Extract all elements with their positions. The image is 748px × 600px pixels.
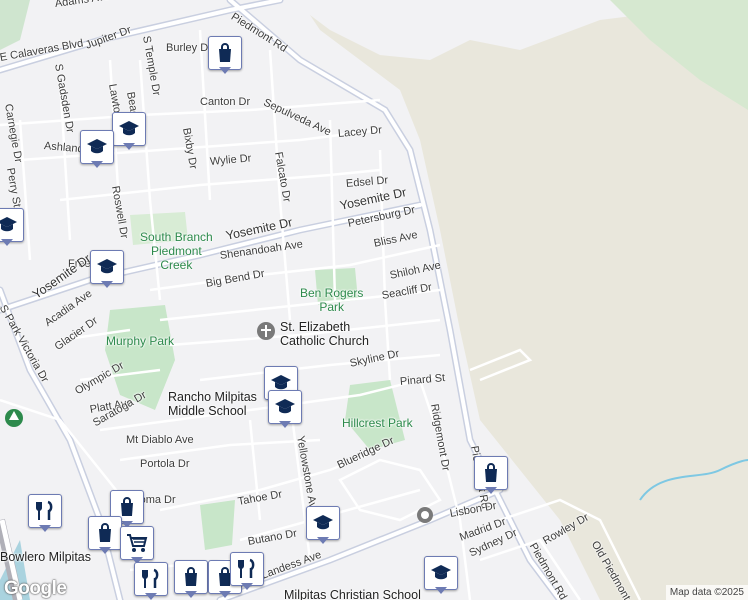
map-marker-grocery-cart[interactable] [120, 526, 154, 566]
map-marker-school-christian[interactable] [424, 556, 458, 596]
place-label-hillcrest-park[interactable]: Hillcrest Park [342, 416, 413, 430]
map-marker-school-landess[interactable] [306, 506, 340, 546]
street-label-portola-dr: Portola Dr [140, 458, 190, 470]
map-marker-shopping-bag-top[interactable] [208, 36, 242, 76]
map-marker-shopping-bag-cluster-2[interactable] [88, 516, 122, 556]
place-label-rancho-milpitas-ms[interactable]: Rancho Milpitas Middle School [168, 390, 257, 418]
map-marker-restaurant-3[interactable] [230, 552, 264, 592]
map-marker-school-left[interactable] [90, 250, 124, 290]
map-marker-school-north-2[interactable] [80, 130, 114, 170]
map-canvas[interactable]: Adams Ave Piedmont Rd E Calaveras Blvd Jupi… [0, 0, 748, 600]
place-label-milpitas-christian-school[interactable]: Milpitas Christian School [284, 588, 421, 600]
street-label-burley-dr: Burley Dr [166, 42, 212, 54]
map-marker-restaurant-1[interactable] [28, 494, 62, 534]
place-label-bowlero-milpitas[interactable]: Bowlero Milpitas [0, 550, 91, 564]
map-marker-shopping-bag-piedmont[interactable] [474, 456, 508, 496]
map-marker-school-rancho-2[interactable] [268, 390, 302, 430]
map-marker-restaurant-2[interactable] [134, 562, 168, 600]
place-label-south-branch-piedmont-creek[interactable]: South Branch Piedmont Creek [140, 230, 213, 272]
place-label-murphy-park[interactable]: Murphy Park [106, 334, 174, 348]
street-label-canton-dr: Canton Dr [200, 96, 251, 108]
map-marker-shopping-bag-cluster-3[interactable] [174, 560, 208, 600]
map-attribution[interactable]: Map data ©2025 [665, 585, 748, 600]
place-label-ben-rogers-park[interactable]: Ben Rogers Park [300, 286, 363, 314]
place-label-st-elizabeth-church[interactable]: St. Elizabeth Catholic Church [280, 320, 369, 348]
map-marker-school-north-1[interactable] [112, 112, 146, 152]
map-marker-school-left-edge[interactable] [0, 208, 24, 248]
google-logo: Google [4, 578, 67, 599]
street-label-mt-diablo-ave: Mt Diablo Ave [126, 434, 194, 446]
